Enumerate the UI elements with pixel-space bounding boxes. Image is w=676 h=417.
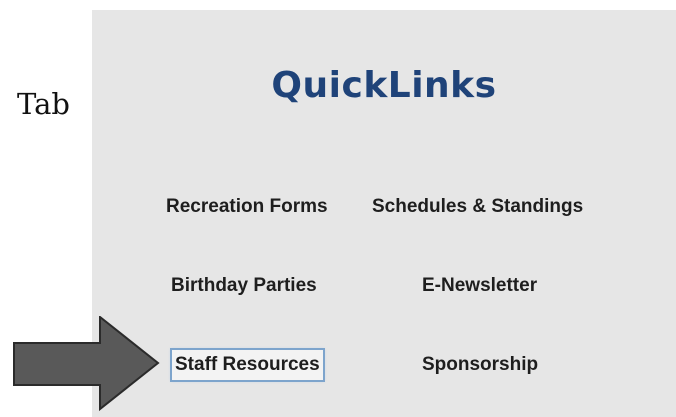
link-recreation-forms[interactable]: Recreation Forms <box>166 193 328 221</box>
tab-key-label: Tab <box>17 87 70 121</box>
link-e-newsletter[interactable]: E-Newsletter <box>422 272 537 300</box>
link-staff-resources[interactable]: Staff Resources <box>170 348 325 382</box>
right-arrow-icon <box>13 316 160 412</box>
link-birthday-parties[interactable]: Birthday Parties <box>171 272 317 300</box>
arrow-shape <box>13 316 160 412</box>
link-sponsorship[interactable]: Sponsorship <box>422 351 538 379</box>
link-schedules-standings[interactable]: Schedules & Standings <box>372 193 583 221</box>
quicklinks-panel: QuickLinks Recreation Forms Schedules & … <box>92 10 676 417</box>
panel-title: QuickLinks <box>271 65 497 106</box>
